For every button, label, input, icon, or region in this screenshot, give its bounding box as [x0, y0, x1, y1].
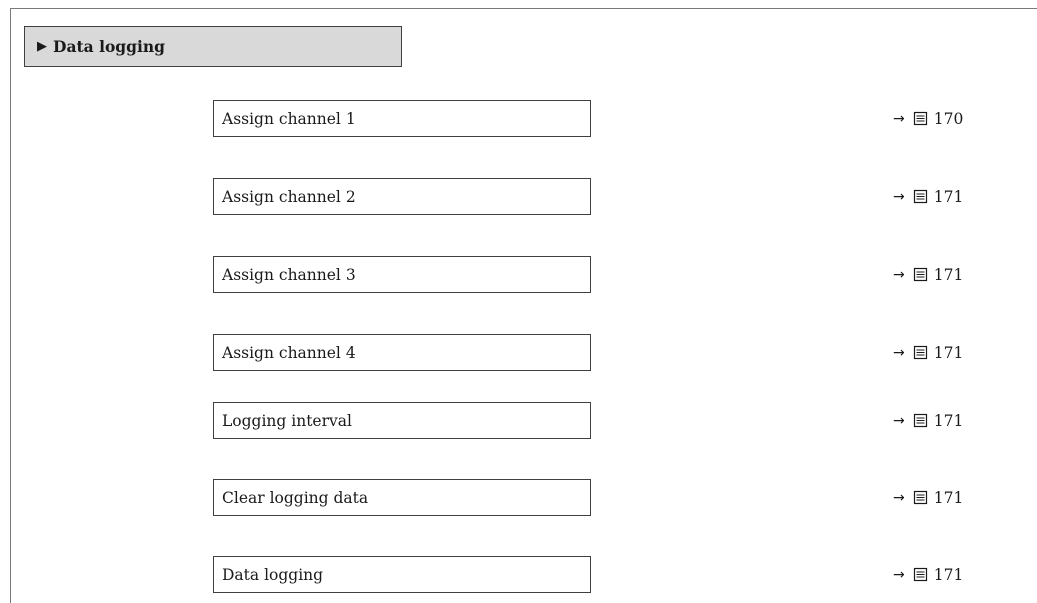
page-reference-link[interactable]: → 171: [893, 556, 963, 593]
parameter-row: Assign channel 3 → 171: [0, 256, 1037, 293]
arrow-right-icon: →: [893, 489, 905, 506]
book-icon: [913, 413, 928, 428]
parameter-row: Assign channel 4 → 171: [0, 334, 1037, 371]
book-icon: [913, 267, 928, 282]
submenu-triangle-icon: ▶: [37, 39, 47, 54]
parameter-box-assign-channel-2[interactable]: Assign channel 2: [213, 178, 591, 215]
page-reference-link[interactable]: → 171: [893, 402, 963, 439]
arrow-right-icon: →: [893, 110, 905, 127]
page-number: 171: [933, 488, 964, 507]
page-number: 171: [933, 411, 964, 430]
parameter-row: Data logging → 171: [0, 556, 1037, 593]
parameter-label: Assign channel 1: [222, 109, 356, 128]
page-number: 171: [933, 565, 964, 584]
page-number: 170: [933, 109, 964, 128]
page-reference-link[interactable]: → 171: [893, 334, 963, 371]
submenu-title: Data logging: [53, 37, 165, 56]
parameter-box-clear-logging-data[interactable]: Clear logging data: [213, 479, 591, 516]
parameter-label: Logging interval: [222, 411, 352, 430]
arrow-right-icon: →: [893, 412, 905, 429]
parameter-box-data-logging[interactable]: Data logging: [213, 556, 591, 593]
parameter-label: Assign channel 2: [222, 187, 356, 206]
arrow-right-icon: →: [893, 188, 905, 205]
parameter-row: Logging interval → 171: [0, 402, 1037, 439]
book-icon: [913, 189, 928, 204]
page-reference-link[interactable]: → 171: [893, 178, 963, 215]
page-number: 171: [933, 187, 964, 206]
arrow-right-icon: →: [893, 344, 905, 361]
parameter-box-assign-channel-1[interactable]: Assign channel 1: [213, 100, 591, 137]
book-icon: [913, 345, 928, 360]
page-reference-link[interactable]: → 170: [893, 100, 963, 137]
parameter-label: Data logging: [222, 565, 324, 584]
parameter-label: Assign channel 4: [222, 343, 356, 362]
page-number: 171: [933, 265, 964, 284]
parameter-label: Clear logging data: [222, 488, 369, 507]
parameter-box-logging-interval[interactable]: Logging interval: [213, 402, 591, 439]
parameter-label: Assign channel 3: [222, 265, 356, 284]
parameter-row: Assign channel 1 → 170: [0, 100, 1037, 137]
frame-top-border: [10, 8, 1037, 9]
parameter-box-assign-channel-3[interactable]: Assign channel 3: [213, 256, 591, 293]
book-icon: [913, 490, 928, 505]
page-reference-link[interactable]: → 171: [893, 256, 963, 293]
parameter-box-assign-channel-4[interactable]: Assign channel 4: [213, 334, 591, 371]
arrow-right-icon: →: [893, 266, 905, 283]
submenu-header[interactable]: ▶ Data logging: [24, 26, 402, 67]
parameter-row: Clear logging data → 171: [0, 479, 1037, 516]
book-icon: [913, 111, 928, 126]
book-icon: [913, 567, 928, 582]
arrow-right-icon: →: [893, 566, 905, 583]
page-reference-link[interactable]: → 171: [893, 479, 963, 516]
parameter-row: Assign channel 2 → 171: [0, 178, 1037, 215]
page-number: 171: [933, 343, 964, 362]
